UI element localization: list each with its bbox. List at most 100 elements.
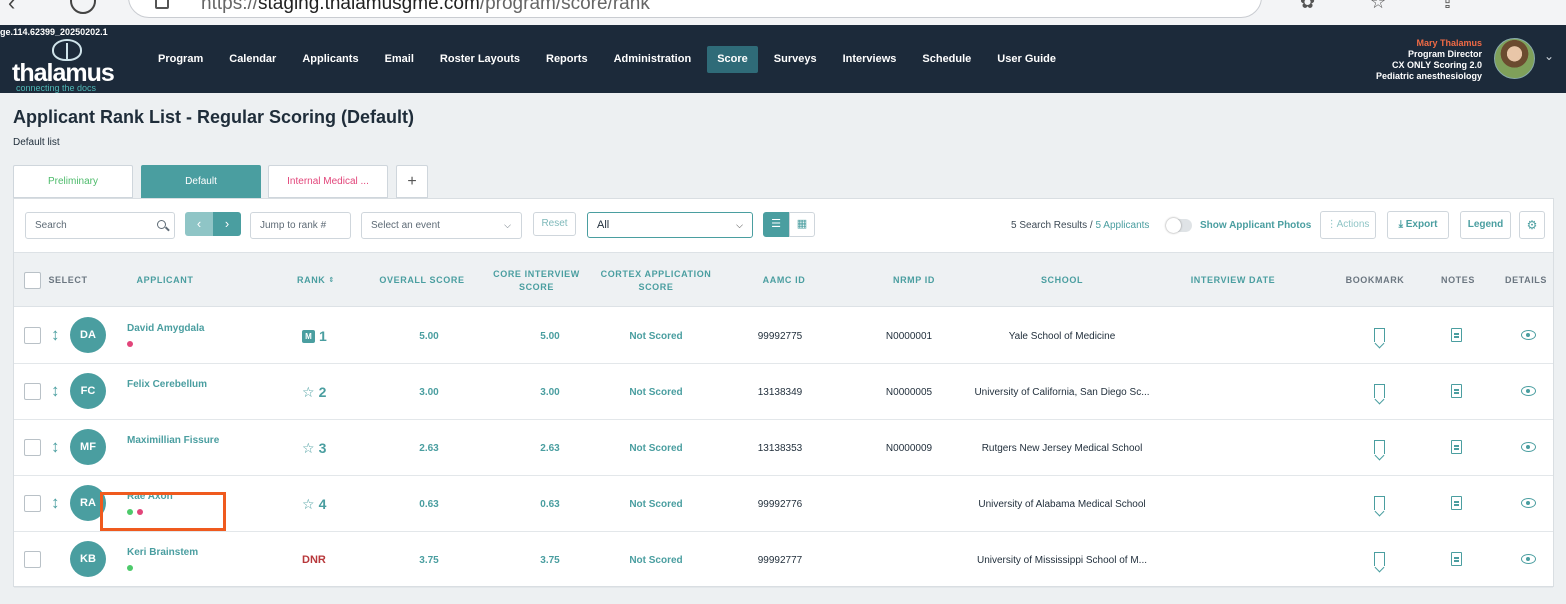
- rank-cell: M1: [302, 308, 327, 364]
- nav-item-score[interactable]: Score: [707, 46, 758, 73]
- row-checkbox[interactable]: [24, 383, 41, 400]
- col-core-interview-score[interactable]: CORE INTERVIEW SCORE: [484, 253, 589, 308]
- row-checkbox[interactable]: [24, 495, 41, 512]
- nav-item-reports[interactable]: Reports: [536, 46, 598, 73]
- core-interview-score: 2.63: [540, 442, 560, 454]
- next-page-button[interactable]: ›: [213, 212, 241, 236]
- search-input[interactable]: Search: [25, 212, 175, 239]
- row-checkbox[interactable]: [24, 439, 41, 456]
- jump-to-rank-input[interactable]: Jump to rank #: [250, 212, 351, 239]
- applicant-name-link[interactable]: Felix Cerebellum: [127, 379, 207, 390]
- legend-button[interactable]: Legend: [1460, 211, 1511, 239]
- user-info[interactable]: Mary Thalamus Program Director CX ONLY S…: [1376, 38, 1482, 82]
- nav-item-program[interactable]: Program: [148, 46, 213, 73]
- drag-handle-icon[interactable]: ↕: [51, 325, 60, 345]
- thalamus-logo[interactable]: thalamus connecting the docs: [12, 37, 122, 93]
- nav-item-administration[interactable]: Administration: [604, 46, 702, 73]
- bookmark-icon[interactable]: [1374, 552, 1385, 566]
- eye-icon[interactable]: [1521, 330, 1536, 340]
- table-row[interactable]: ↕ RA Rae Axon ☆ 4 0.63 0.63 Not Scored 99992776 U…: [14, 476, 1553, 532]
- rank-cell: ☆ 4: [302, 476, 326, 532]
- col-school[interactable]: SCHOOL: [1012, 253, 1112, 308]
- sort-icon: ⇕: [328, 277, 335, 284]
- tab-preliminary[interactable]: Preliminary: [13, 165, 133, 198]
- rank-value: 1: [319, 328, 327, 344]
- nav-item-roster-layouts[interactable]: Roster Layouts: [430, 46, 530, 73]
- eye-icon[interactable]: [1521, 498, 1536, 508]
- favorites-icon[interactable]: ☆: [1370, 0, 1386, 13]
- back-icon[interactable]: ‹: [8, 0, 15, 16]
- col-interview-date[interactable]: INTERVIEW DATE: [1178, 253, 1288, 308]
- col-overall-score[interactable]: OVERALL SCORE: [372, 253, 472, 308]
- cortex-score: Not Scored: [629, 442, 683, 454]
- export-button[interactable]: ⤓ Export: [1387, 211, 1449, 239]
- table-row[interactable]: ↕ MF Maximillian Fissure ☆ 3 2.63 2.63 Not Scor…: [14, 420, 1553, 476]
- select-all-checkbox[interactable]: [24, 272, 41, 289]
- applicant-name-link[interactable]: Keri Brainstem: [127, 547, 198, 558]
- col-applicant[interactable]: APPLICANT: [124, 253, 206, 308]
- star-icon[interactable]: ☆: [302, 440, 315, 457]
- user-role: Program Director: [1407, 49, 1482, 59]
- notes-icon[interactable]: [1451, 496, 1462, 510]
- prev-page-button[interactable]: ‹: [185, 212, 213, 236]
- extensions-icon[interactable]: ✿: [1300, 0, 1315, 13]
- table-row[interactable]: KB Keri Brainstem DNR 3.75 3.75 Not Scored 999…: [14, 532, 1553, 588]
- settings-button[interactable]: ⚙: [1519, 211, 1545, 239]
- star-icon[interactable]: ☆: [302, 496, 315, 513]
- applicant-name-link[interactable]: David Amygdala: [127, 323, 204, 334]
- reset-button[interactable]: Reset: [533, 212, 576, 236]
- reload-icon[interactable]: [70, 0, 96, 14]
- address-bar[interactable]: https://staging.thalamusgme.com/program/…: [128, 0, 1262, 18]
- bookmark-icon[interactable]: [1374, 384, 1385, 398]
- filter-select[interactable]: All ⌵: [587, 212, 753, 238]
- notes-icon[interactable]: [1451, 328, 1462, 342]
- eye-icon[interactable]: [1521, 554, 1536, 564]
- cortex-score: Not Scored: [629, 386, 683, 398]
- nrmp-id: N0000005: [885, 386, 933, 398]
- nav-item-schedule[interactable]: Schedule: [912, 46, 981, 73]
- table-row[interactable]: ↕ DA David Amygdala M 1 5.00 5.00 Not Scored 999…: [14, 308, 1553, 364]
- notes-icon[interactable]: [1451, 384, 1462, 398]
- actions-button[interactable]: ⋮Actions: [1320, 211, 1376, 239]
- eye-icon[interactable]: [1521, 386, 1536, 396]
- col-cortex-application-score[interactable]: CORTEX APPLICATION SCORE: [596, 253, 716, 308]
- grid-view-button[interactable]: ▦: [789, 212, 815, 237]
- applicant-name-link[interactable]: Maximillian Fissure: [127, 435, 219, 446]
- rank-value: 3: [318, 440, 327, 456]
- bookmark-icon[interactable]: [1374, 328, 1385, 342]
- drag-handle-icon[interactable]: ↕: [51, 493, 60, 513]
- nav-item-user-guide[interactable]: User Guide: [987, 46, 1066, 73]
- notes-icon[interactable]: [1451, 552, 1462, 566]
- col-aamc-id[interactable]: AAMC ID: [734, 253, 834, 308]
- row-checkbox[interactable]: [24, 327, 41, 344]
- show-photos-toggle[interactable]: [1166, 218, 1192, 233]
- aamc-id: 13138349: [757, 386, 803, 398]
- drag-handle-icon[interactable]: ↕: [51, 381, 60, 401]
- bookmark-icon[interactable]: [1374, 496, 1385, 510]
- tab-internal-medical[interactable]: Internal Medical ...: [268, 165, 388, 198]
- user-avatar[interactable]: [1494, 38, 1535, 79]
- cortex-score: Not Scored: [629, 554, 683, 566]
- nav-item-email[interactable]: Email: [375, 46, 424, 73]
- add-list-button[interactable]: +: [396, 165, 428, 198]
- row-checkbox[interactable]: [24, 551, 41, 568]
- site-info-icon[interactable]: [155, 0, 169, 9]
- event-select[interactable]: Select an event ⌵: [361, 212, 522, 239]
- tab-default[interactable]: Default: [141, 165, 261, 198]
- nav-item-interviews[interactable]: Interviews: [833, 46, 907, 73]
- table-row[interactable]: ↕ FC Felix Cerebellum ☆ 2 3.00 3.00 Not Scored 1…: [14, 364, 1553, 420]
- notes-icon[interactable]: [1451, 440, 1462, 454]
- list-view-button[interactable]: ☰: [763, 212, 789, 237]
- chevron-down-icon[interactable]: ⌄: [1544, 49, 1554, 63]
- nav-item-applicants[interactable]: Applicants: [292, 46, 368, 73]
- rank-value: 4: [318, 496, 327, 512]
- nav-item-surveys[interactable]: Surveys: [764, 46, 827, 73]
- star-icon[interactable]: ☆: [302, 384, 315, 401]
- col-nrmp-id[interactable]: NRMP ID: [864, 253, 964, 308]
- share-icon[interactable]: ⇪: [1440, 0, 1455, 13]
- col-rank[interactable]: RANK ⇕: [286, 253, 346, 308]
- nav-item-calendar[interactable]: Calendar: [219, 46, 286, 73]
- drag-handle-icon[interactable]: ↕: [51, 437, 60, 457]
- eye-icon[interactable]: [1521, 442, 1536, 452]
- bookmark-icon[interactable]: [1374, 440, 1385, 454]
